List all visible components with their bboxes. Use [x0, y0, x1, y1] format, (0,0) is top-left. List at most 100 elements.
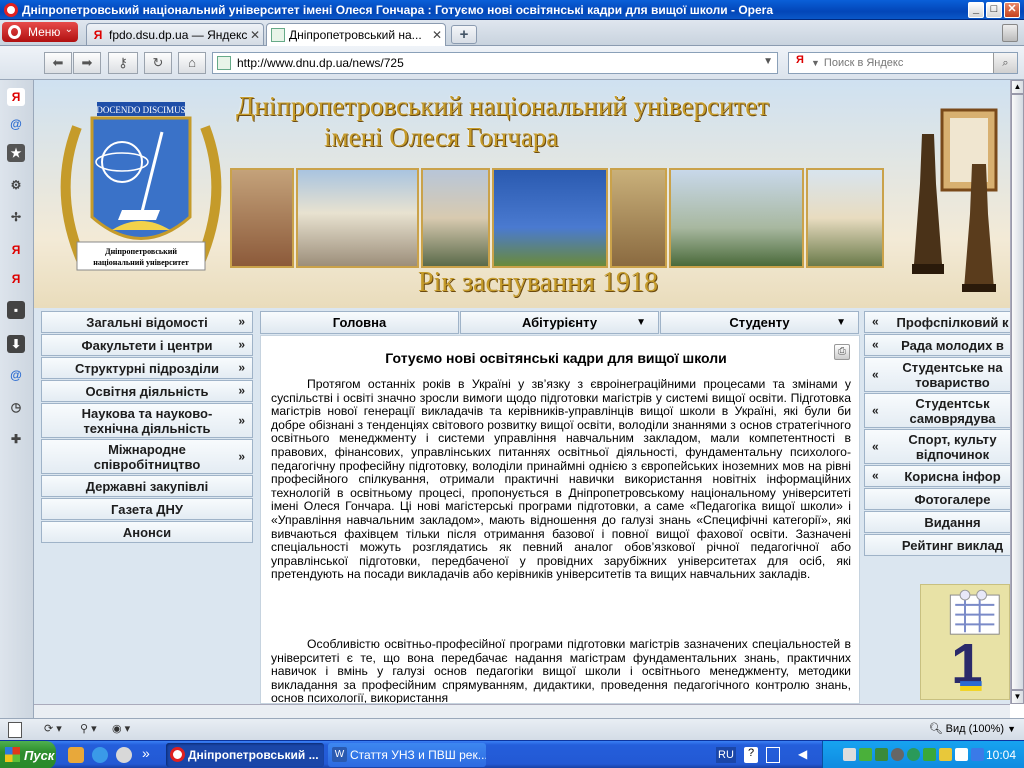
notes-icon[interactable]: ▪ — [7, 301, 25, 319]
add-panel-icon[interactable]: ✚ — [7, 430, 25, 448]
back-button[interactable]: ⬅ — [44, 52, 72, 74]
chevron-down-icon[interactable]: ▼ — [763, 56, 773, 67]
right-menu-item[interactable]: « Студентськ самоврядува — [864, 393, 1010, 428]
sync-icon[interactable]: ⟳ ▾ — [44, 722, 62, 738]
campus-photo — [609, 168, 668, 268]
tray-app-icon[interactable] — [907, 748, 920, 761]
yandex-icon[interactable]: Я — [7, 270, 25, 288]
double-arrow-icon: » — [238, 383, 245, 398]
tab-dnu[interactable]: Дніпропетровський на... ✕ — [266, 23, 446, 46]
media-player-icon[interactable] — [116, 747, 132, 763]
awards-image — [912, 108, 998, 292]
ie-icon[interactable] — [92, 747, 108, 763]
right-menu-item[interactable]: « Рада молодих в — [864, 334, 1010, 356]
right-menu-item[interactable]: Рейтинг виклад — [864, 534, 1010, 556]
trash-icon[interactable] — [1002, 24, 1018, 42]
unite-icon[interactable]: ✢ — [7, 208, 25, 226]
opera-logo-icon — [8, 25, 21, 39]
home-button[interactable]: ⌂ — [178, 52, 206, 74]
top-menu-label: Студенту — [729, 315, 790, 330]
right-menu-label: Корисна інфор — [904, 468, 1001, 484]
tray-expand-icon[interactable]: ◀ — [798, 747, 807, 761]
network-icon[interactable] — [843, 748, 856, 761]
download-tray-icon[interactable] — [859, 748, 872, 761]
scrollbar-thumb[interactable] — [1011, 94, 1024, 690]
chevron-down-icon[interactable]: ▼ — [811, 58, 820, 68]
top-menu-applicant[interactable]: Абітурієнту ▼ — [460, 311, 659, 334]
right-menu-item[interactable]: « Профспілковий к — [864, 311, 1010, 333]
print-icon[interactable]: ⎙ — [834, 344, 850, 360]
gear-icon[interactable]: ⚙ — [7, 176, 25, 194]
vertical-scrollbar[interactable]: ▲ ▼ — [1010, 80, 1024, 704]
right-menu-item[interactable]: Фотогалере — [864, 488, 1010, 510]
key-icon[interactable]: ⚷ — [108, 52, 138, 74]
left-menu-item[interactable]: Газета ДНУ — [41, 498, 253, 520]
speed-dial-icon[interactable]: ◉ ▾ — [112, 722, 130, 738]
left-menu-item[interactable]: Загальні відомості » — [41, 311, 253, 333]
emblem-caption-1: Дніпропетровський — [105, 247, 177, 256]
tray-app-icon[interactable] — [923, 748, 936, 761]
left-menu-label: Структурні підрозділи — [74, 360, 220, 376]
left-menu-item[interactable]: Наукова та науково-технічна діяльність » — [41, 403, 253, 438]
help-icon[interactable]: ? — [744, 747, 758, 763]
media-tray-icon[interactable] — [971, 748, 984, 761]
mail-icon[interactable]: @ — [7, 115, 25, 133]
history-icon[interactable]: ◷ — [7, 398, 25, 416]
desktop-icon[interactable] — [68, 747, 84, 763]
left-menu-item[interactable]: Анонси — [41, 521, 253, 543]
address-text: http://www.dnu.dp.ua/news/725 — [237, 56, 404, 70]
right-menu-item[interactable]: « Студентське на товариство — [864, 357, 1010, 392]
quicklaunch-more[interactable]: » — [142, 745, 150, 761]
scroll-up-icon[interactable]: ▲ — [1011, 80, 1024, 94]
top-menu-home[interactable]: Головна — [260, 311, 459, 334]
tray-app-icon[interactable] — [891, 748, 904, 761]
close-button[interactable]: ✕ — [1004, 1, 1020, 18]
reload-button[interactable]: ↻ — [144, 52, 172, 74]
yandex-icon[interactable]: Я — [7, 88, 25, 106]
double-arrow-left-icon: « — [872, 439, 879, 453]
zoom-control[interactable]: 🔍︎ Вид (100%) ▼ — [929, 722, 1016, 736]
address-bar[interactable]: http://www.dnu.dp.ua/news/725 ▼ — [212, 52, 778, 74]
right-menu-item[interactable]: « Корисна інфор — [864, 465, 1010, 487]
search-field[interactable]: Я ▼ Поиск в Яндекс ⌕ — [788, 52, 1018, 74]
antivirus-icon[interactable] — [875, 748, 888, 761]
search-icon[interactable]: ⌕ — [993, 53, 1017, 73]
campus-photo — [492, 168, 608, 268]
turbo-icon[interactable]: ⚲ ▾ — [80, 722, 97, 738]
language-indicator[interactable]: RU — [716, 747, 736, 763]
opera-menu-button[interactable]: Меню ⌄ — [2, 22, 78, 42]
tab-yandex[interactable]: Я fpdo.dsu.dp.ua — Яндекс... ✕ — [86, 23, 264, 45]
double-arrow-icon: » — [238, 449, 245, 463]
page-icon — [217, 56, 231, 70]
volume-icon[interactable] — [939, 748, 952, 761]
minimize-button[interactable]: _ — [968, 1, 984, 18]
tray-app-icon[interactable] — [955, 748, 968, 761]
task-label: Дніпропетровський ... — [188, 748, 319, 762]
tab-close-icon[interactable]: ✕ — [429, 28, 445, 42]
right-menu-item[interactable]: Видання — [864, 511, 1010, 533]
right-menu-item[interactable]: « Спорт, культу відпочинок — [864, 429, 1010, 464]
yandex-icon[interactable]: Я — [7, 241, 25, 259]
left-menu-item[interactable]: Державні закупівлі — [41, 475, 253, 497]
horizontal-scrollbar[interactable] — [34, 704, 1010, 718]
scroll-down-icon[interactable]: ▼ — [1011, 690, 1024, 704]
panel-toggle-icon[interactable] — [8, 722, 22, 738]
keyboard-icon[interactable] — [766, 747, 780, 763]
forward-button[interactable]: ➡ — [73, 52, 101, 74]
left-menu-item[interactable]: Факультети і центри » — [41, 334, 253, 356]
left-menu-item[interactable]: Структурні підрозділи » — [41, 357, 253, 379]
tab-close-icon[interactable]: ✕ — [247, 28, 263, 42]
bookmarks-icon[interactable]: ★ — [7, 144, 25, 162]
yandex-icon[interactable]: Я — [791, 54, 809, 72]
mail-icon[interactable]: @ — [7, 366, 25, 384]
taskbar-item-opera[interactable]: Дніпропетровський ... — [166, 743, 324, 767]
left-menu-item[interactable]: Міжнародне співробітництво » — [41, 439, 253, 474]
rating-banner[interactable]: 1 — [920, 584, 1010, 700]
left-menu-item[interactable]: Освітня діяльність » — [41, 380, 253, 402]
downloads-icon[interactable]: ⬇ — [7, 335, 25, 353]
top-menu-student[interactable]: Студенту ▼ — [660, 311, 859, 334]
maximize-button[interactable]: □ — [986, 1, 1002, 18]
new-tab-button[interactable]: + — [451, 25, 477, 44]
taskbar-item-word[interactable]: W Стаття УНЗ и ПВШ рек... — [328, 743, 486, 767]
start-button[interactable]: Пуск — [0, 741, 56, 768]
